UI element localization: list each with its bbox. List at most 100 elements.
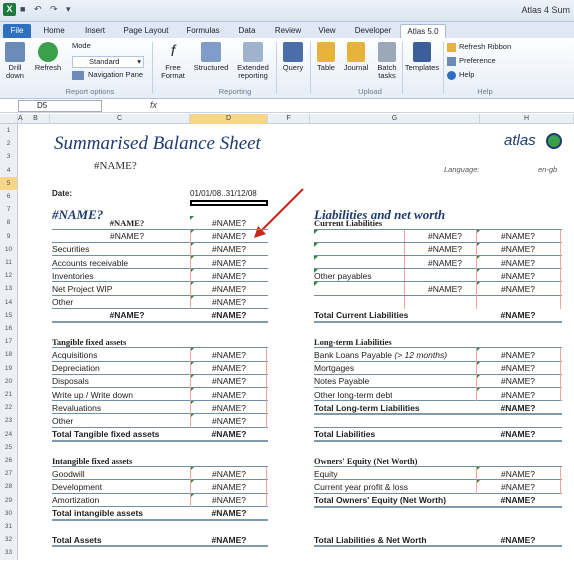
liability-row-label[interactable]: #NAME? <box>334 283 462 295</box>
asset-row-value[interactable]: #NAME? <box>194 296 264 308</box>
intangible-row-value[interactable]: #NAME? <box>194 481 264 493</box>
tangible-row-label[interactable]: Other <box>52 415 73 427</box>
owners-row-value[interactable]: #NAME? <box>480 481 556 493</box>
tab-developer[interactable]: Developer <box>348 24 398 38</box>
tangible-row-value[interactable]: #NAME? <box>194 362 264 374</box>
tab-review[interactable]: Review <box>268 24 308 38</box>
total-assets-label[interactable]: Total Assets <box>52 534 102 546</box>
total-tangible-value[interactable]: #NAME? <box>194 428 264 440</box>
tangible-row-label[interactable]: Revaluations <box>52 402 101 414</box>
row-header[interactable]: 5 <box>0 176 18 190</box>
intangible-row-label[interactable]: Amortization <box>52 494 99 506</box>
row-header[interactable]: 10 <box>0 242 18 256</box>
intangible-row-label[interactable]: Development <box>52 481 102 493</box>
asset-row-value[interactable]: #NAME? <box>194 283 264 295</box>
tangible-row-label[interactable]: Write up / Write down <box>52 389 133 401</box>
total-tangible-label[interactable]: Total Tangible fixed assets <box>52 428 159 440</box>
tangible-row-label[interactable]: Depreciation <box>52 362 100 374</box>
asset-row-label[interactable]: Other <box>52 296 188 308</box>
row-header[interactable]: 2 <box>0 137 18 151</box>
undo-icon[interactable]: ↶ <box>34 4 45 15</box>
tab-home[interactable]: Home <box>34 24 74 38</box>
asset-row-label[interactable]: #NAME? <box>72 230 182 242</box>
spreadsheet-grid[interactable]: Summarised Balance Sheet atlas #NAME? La… <box>18 124 574 576</box>
row-header[interactable]: 30 <box>0 506 18 520</box>
liability-row-value[interactable]: #NAME? <box>480 243 556 255</box>
row-header[interactable]: 9 <box>0 229 18 243</box>
longterm-row-value[interactable]: #NAME? <box>480 349 556 361</box>
longterm-row-value[interactable]: #NAME? <box>480 375 556 387</box>
row-header[interactable]: 29 <box>0 493 18 507</box>
row-header[interactable]: 32 <box>0 533 18 547</box>
intangible-header[interactable]: Intangible fixed assets <box>52 455 132 467</box>
total-liabilities-net-worth-value[interactable]: #NAME? <box>480 534 556 546</box>
column-header-b[interactable]: B <box>22 114 50 124</box>
asset-row-value[interactable]: #NAME? <box>194 243 264 255</box>
total-current-liabilities-value[interactable]: #NAME? <box>480 309 556 321</box>
intangible-row-label[interactable]: Goodwill <box>52 468 85 480</box>
tangible-row-value[interactable]: #NAME? <box>194 402 264 414</box>
row-header[interactable]: 15 <box>0 308 18 322</box>
intangible-row-value[interactable]: #NAME? <box>194 494 264 506</box>
asset-row-value[interactable]: #NAME? <box>194 270 264 282</box>
tangible-row-label[interactable]: Acquisitions <box>52 349 97 361</box>
total-current-liabilities-label[interactable]: Total Current Liabilities <box>314 309 408 321</box>
asset-row-label[interactable]: Securities <box>52 243 188 255</box>
refresh-ribbon-button[interactable]: Refresh Ribbon <box>447 43 511 52</box>
total-liabilities-value[interactable]: #NAME? <box>480 428 556 440</box>
row-header[interactable]: 12 <box>0 269 18 283</box>
row-header[interactable]: 7 <box>0 203 18 217</box>
row-header[interactable]: 22 <box>0 401 18 415</box>
asset-row-value[interactable]: #NAME? <box>194 230 264 242</box>
tangible-row-value[interactable]: #NAME? <box>194 375 264 387</box>
query-button[interactable]: Query <box>280 42 306 72</box>
row-header[interactable]: 24 <box>0 427 18 441</box>
asset-row-label[interactable]: #NAME? <box>72 217 182 229</box>
row-header[interactable]: 33 <box>0 546 18 560</box>
longterm-header[interactable]: Long-term Liabilities <box>314 336 392 348</box>
row-header[interactable]: 19 <box>0 361 18 375</box>
liability-row-label[interactable]: #NAME? <box>334 230 462 242</box>
tangible-row-value[interactable]: #NAME? <box>194 415 264 427</box>
liability-row-label[interactable]: #NAME? <box>334 243 462 255</box>
row-header[interactable]: 16 <box>0 322 18 336</box>
liability-row-value[interactable]: #NAME? <box>480 257 556 269</box>
row-header[interactable]: 4 <box>0 163 18 177</box>
tab-formulas[interactable]: Formulas <box>180 24 226 38</box>
row-header[interactable]: 1 <box>0 124 18 138</box>
journal-button[interactable]: Journal <box>340 42 372 72</box>
total-intangible-value[interactable]: #NAME? <box>194 507 264 519</box>
longterm-row-label[interactable]: Mortgages <box>314 362 354 374</box>
preference-button[interactable]: Preference <box>447 57 496 66</box>
total-owners-equity-label[interactable]: Total Owners' Equity (Net Worth) <box>314 494 446 506</box>
longterm-row-label[interactable]: Other long-term debt <box>314 389 392 401</box>
liability-row-label[interactable]: Other payables <box>314 270 464 282</box>
tangible-row-label[interactable]: Disposals <box>52 375 89 387</box>
total-assets-value[interactable]: #NAME? <box>194 534 264 546</box>
asset-row-label[interactable]: Inventories <box>52 270 188 282</box>
refresh-button[interactable]: Refresh <box>32 42 64 72</box>
date-value[interactable]: 01/01/08..31/12/08 <box>190 188 257 200</box>
table-button[interactable]: Table <box>314 42 338 72</box>
row-header[interactable]: 31 <box>0 520 18 534</box>
tab-data[interactable]: Data <box>230 24 264 38</box>
liability-row-value[interactable]: #NAME? <box>480 230 556 242</box>
asset-row-value[interactable]: #NAME? <box>194 257 264 269</box>
select-all-corner[interactable] <box>0 114 18 124</box>
row-header[interactable]: 21 <box>0 388 18 402</box>
liability-row-value[interactable]: #NAME? <box>480 283 556 295</box>
column-header-f[interactable]: F <box>268 114 310 124</box>
total-longterm-label[interactable]: Total Long-term Liabilities <box>314 402 420 414</box>
intangible-row-value[interactable]: #NAME? <box>194 468 264 480</box>
excel-icon[interactable]: X <box>3 3 16 16</box>
row-header[interactable]: 26 <box>0 454 18 468</box>
row-header[interactable]: 3 <box>0 150 18 164</box>
tab-file[interactable]: File <box>3 24 31 38</box>
save-icon[interactable]: ■ <box>20 4 31 15</box>
tab-view[interactable]: View <box>310 24 344 38</box>
fx-icon[interactable]: fx <box>150 100 157 110</box>
owners-row-label[interactable]: Current year profit & loss <box>314 481 408 493</box>
asset-row-value[interactable]: #NAME? <box>194 309 264 321</box>
mode-select[interactable]: Standard ▾ <box>72 56 144 68</box>
tab-page-layout[interactable]: Page Layout <box>116 24 176 38</box>
